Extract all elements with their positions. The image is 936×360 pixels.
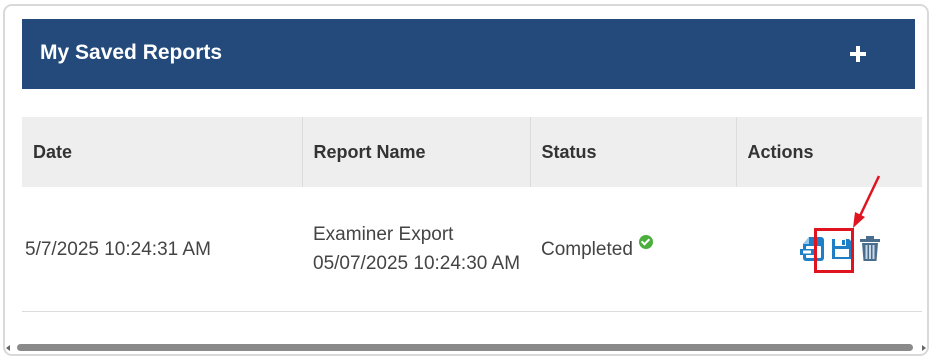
cell-actions [736,187,922,312]
check-circle-icon [638,234,653,249]
scroll-right-icon[interactable] [922,345,926,351]
scrollbar-thumb[interactable] [17,344,913,351]
saved-reports-frame: My Saved Reports Date Report Name Status… [3,4,929,356]
panel-header: My Saved Reports [22,19,915,89]
scroll-left-icon[interactable] [6,345,10,351]
cell-report-name: Examiner Export 05/07/2025 10:24:30 AM [302,187,530,312]
status-text: Completed [541,238,633,260]
save-report-button[interactable] [828,234,856,264]
plus-icon [850,46,866,62]
save-icon [832,239,852,259]
column-header-status[interactable]: Status [530,117,737,187]
horizontal-scrollbar[interactable] [5,340,927,354]
column-header-report-name[interactable]: Report Name [302,117,531,187]
column-header-actions: Actions [736,117,922,187]
cell-status: Completed [530,187,736,312]
add-report-button[interactable] [838,34,878,74]
delete-report-button[interactable] [856,234,884,264]
trash-icon [860,236,880,261]
reports-table: Date Report Name Status Actions 5/7/2025… [22,117,922,312]
view-report-button[interactable] [800,234,828,264]
table-row: 5/7/2025 10:24:31 AM Examiner Export 05/… [22,187,922,312]
view-report-icon [800,237,824,261]
table-header-row: Date Report Name Status Actions [22,117,922,187]
report-name-text: Examiner Export 05/07/2025 10:24:30 AM [313,224,521,274]
row-actions [736,234,922,264]
cell-date: 5/7/2025 10:24:31 AM [22,187,302,312]
column-header-date[interactable]: Date [22,117,303,187]
panel-title: My Saved Reports [40,41,223,64]
